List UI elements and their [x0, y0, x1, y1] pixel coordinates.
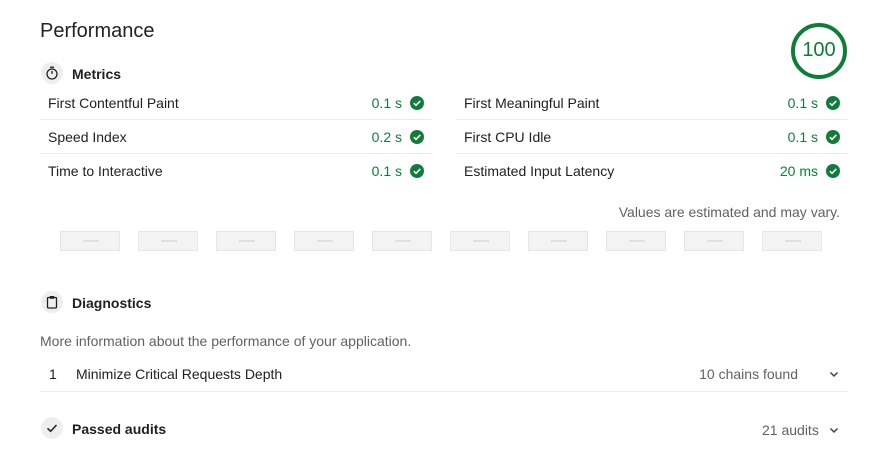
- metric-speed-index: Speed Index 0.2 s: [40, 120, 432, 154]
- filmstrip-frame: [450, 231, 510, 251]
- filmstrip-frame: [216, 231, 276, 251]
- diagnostics-description: More information about the performance o…: [40, 333, 412, 349]
- metric-label: Time to Interactive: [48, 163, 163, 179]
- filmstrip-frame: [60, 231, 120, 251]
- metric-value: 20 ms: [779, 163, 818, 179]
- checkmark-icon: [41, 417, 63, 439]
- filmstrip-frame: [606, 231, 666, 251]
- metric-estimated-input-latency: Estimated Input Latency 20 ms: [456, 154, 848, 188]
- clipboard-icon: [41, 291, 63, 313]
- filmstrip-frame: [372, 231, 432, 251]
- metric-value: 0.2 s: [371, 128, 402, 145]
- audit-meta: 10 chains found: [699, 365, 798, 382]
- audit-row-critical-request-depth[interactable]: 1 Minimize Critical Requests Depth 10 ch…: [40, 356, 848, 392]
- metric-first-contentful-paint: First Contentful Paint 0.1 s: [40, 86, 432, 120]
- passed-audits-heading[interactable]: Passed audits: [72, 421, 166, 437]
- estimate-note: Values are estimated and may vary.: [618, 204, 840, 220]
- metric-first-cpu-idle: First CPU Idle 0.1 s: [456, 120, 848, 154]
- chevron-down-icon[interactable]: [828, 424, 840, 436]
- page-title: Performance: [40, 20, 155, 42]
- pass-check-icon: [410, 129, 424, 144]
- metrics-heading: Metrics: [72, 66, 122, 82]
- audit-label: Minimize Critical Requests Depth: [76, 365, 283, 382]
- pass-check-icon: [826, 129, 840, 144]
- audit-number: 1: [49, 365, 57, 382]
- filmstrip-frame: [762, 231, 822, 251]
- filmstrip-frame: [684, 231, 744, 251]
- pass-check-icon: [826, 164, 840, 178]
- metrics-right-column: First Meaningful Paint 0.1 s First CPU I…: [456, 86, 848, 188]
- metric-value: 0.1 s: [787, 128, 818, 145]
- diagnostics-heading: Diagnostics: [72, 295, 152, 311]
- stopwatch-icon: [41, 62, 63, 84]
- filmstrip-frame: [294, 231, 354, 251]
- metric-label: First Contentful Paint: [48, 94, 179, 111]
- metric-value: 0.1 s: [787, 94, 818, 111]
- filmstrip: [60, 231, 822, 251]
- pass-check-icon: [410, 164, 424, 178]
- filmstrip-frame: [138, 231, 198, 251]
- score-value: 100: [802, 39, 836, 61]
- filmstrip-frame: [528, 231, 588, 251]
- metric-label: First Meaningful Paint: [464, 94, 600, 111]
- metric-value: 0.1 s: [371, 94, 402, 111]
- pass-check-icon: [826, 95, 840, 110]
- metric-label: Speed Index: [48, 128, 127, 145]
- metric-label: Estimated Input Latency: [464, 163, 615, 179]
- pass-check-icon: [410, 95, 424, 110]
- metric-first-meaningful-paint: First Meaningful Paint 0.1 s: [456, 86, 848, 120]
- metric-label: First CPU Idle: [464, 128, 552, 145]
- passed-audits-count: 21 audits: [762, 422, 819, 438]
- metrics-left-column: First Contentful Paint 0.1 s Speed Index…: [40, 86, 432, 188]
- metric-time-to-interactive: Time to Interactive 0.1 s: [40, 154, 432, 188]
- chevron-down-icon[interactable]: [828, 368, 840, 380]
- metric-value: 0.1 s: [371, 163, 402, 179]
